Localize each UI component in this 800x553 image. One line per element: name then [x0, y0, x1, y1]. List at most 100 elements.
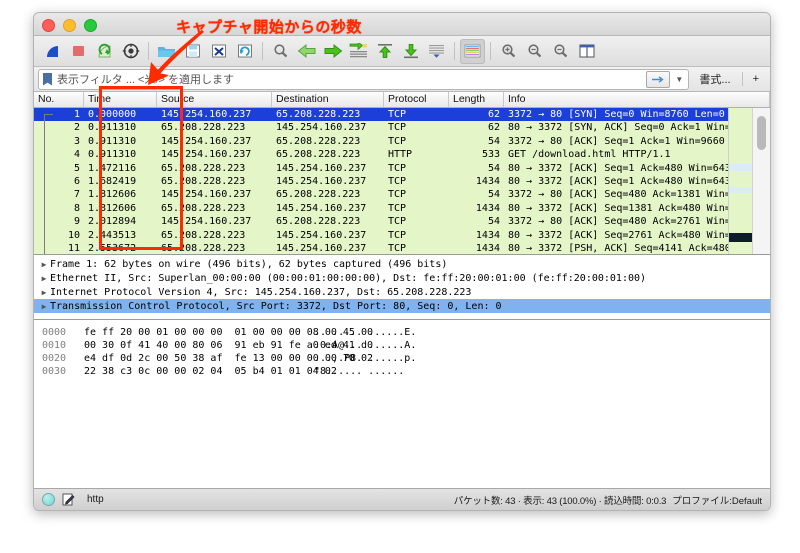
column-header-destination[interactable]: Destination [272, 92, 384, 107]
cell-length: 533 [481, 149, 500, 161]
cell-no: 7 [73, 189, 80, 201]
cell-time: 2.553672 [88, 242, 137, 254]
table-row[interactable]: 10 2.443513 65.208.228.223 145.254.160.237 T… [34, 228, 770, 242]
cell-time: 0.000000 [88, 109, 137, 120]
start-capture-icon[interactable] [40, 39, 65, 64]
packet-list-scrollbar[interactable] [752, 108, 770, 254]
screenshot-root: 表示フィルタ ... <米/> を適用します ▼ 書式... + No. Tim… [0, 0, 800, 553]
cell-source: 145.254.160.237 [161, 109, 252, 120]
toolbar-separator-3 [454, 42, 455, 60]
table-row[interactable]: 3 0.911310 145.254.160.237 65.208.228.223 TC… [34, 134, 770, 149]
table-row[interactable]: 5 1.472116 65.208.228.223 145.254.160.237 TC… [34, 161, 770, 175]
intelligent-scrollbar-minimap[interactable] [728, 108, 752, 254]
cell-protocol: TCP [388, 189, 407, 201]
table-row[interactable]: 9 2.012894 145.254.160.237 65.208.228.223 TC… [34, 215, 770, 229]
bookmark-icon[interactable] [43, 72, 52, 86]
cell-source: 65.208.228.223 [161, 162, 246, 174]
filter-bar-separator [741, 72, 743, 86]
hex-dump-line[interactable]: 0030 22 38 c3 0c 00 00 02 04 05 b4 01 01 … [42, 365, 770, 378]
table-row[interactable]: 8 1.812606 65.208.228.223 145.254.160.237 TC… [34, 201, 770, 216]
chevron-right-icon[interactable]: ▶ [38, 274, 50, 283]
detail-tree-label: Ethernet II, Src: Superlan_00:00:00 (00:… [50, 272, 647, 284]
cell-time: 1.682419 [88, 175, 137, 187]
cell-source: 145.254.160.237 [161, 216, 252, 228]
go-back-icon[interactable] [294, 39, 319, 64]
packet-list-rows[interactable]: 1 0.000000 145.254.160.237 65.208.228.223 TC… [34, 108, 770, 254]
auto-scroll-icon[interactable] [424, 39, 449, 64]
column-header-no[interactable]: No. [34, 92, 84, 107]
cell-length: 1434 [475, 202, 500, 214]
detail-tree-item[interactable]: ▶ Transmission Control Protocol, Src Port… [34, 299, 770, 313]
window-controls [42, 19, 97, 32]
cell-length: 62 [487, 109, 500, 120]
go-to-first-icon[interactable] [372, 39, 397, 64]
wireshark-window: 表示フィルタ ... <米/> を適用します ▼ 書式... + No. Tim… [33, 12, 771, 511]
filter-expression-button[interactable]: 書式... [692, 70, 737, 89]
filter-add-button[interactable]: + [746, 70, 766, 89]
go-to-last-icon[interactable] [398, 39, 423, 64]
packet-details-pane[interactable]: ▶ Frame 1: 62 bytes on wire (496 bits), 6… [34, 255, 770, 320]
column-header-length[interactable]: Length [449, 92, 504, 107]
capture-comment-icon[interactable] [62, 493, 75, 506]
zoom-out-icon[interactable] [522, 39, 547, 64]
table-row[interactable]: 11 2.553672 65.208.228.223 145.254.160.237 T… [34, 241, 770, 254]
zoom-reset-icon[interactable] [548, 39, 573, 64]
status-profile[interactable]: プロファイル:Default [672, 493, 762, 507]
cell-destination: 145.254.160.237 [276, 242, 367, 254]
table-row[interactable]: 6 1.682419 65.208.228.223 145.254.160.237 TC… [34, 174, 770, 189]
colorize-packets-icon[interactable] [460, 38, 485, 64]
detail-tree-item[interactable]: ▶ Ethernet II, Src: Superlan_00:00:00 (00… [34, 271, 770, 285]
cell-source: 145.254.160.237 [161, 135, 252, 147]
apply-filter-button[interactable] [646, 70, 671, 88]
cell-destination: 65.208.228.223 [276, 109, 361, 120]
chevron-right-icon[interactable]: ▶ [38, 260, 50, 269]
column-header-source[interactable]: Source [157, 92, 272, 107]
cell-time: 2.012894 [88, 216, 137, 228]
toolbar-separator-2 [262, 42, 263, 60]
column-header-protocol[interactable]: Protocol [384, 92, 449, 107]
cell-time: 0.911310 [88, 149, 137, 161]
column-header-info[interactable]: Info [504, 92, 770, 107]
close-button[interactable] [42, 19, 55, 32]
go-forward-icon[interactable] [320, 39, 345, 64]
column-header-time[interactable]: Time [84, 92, 157, 107]
filter-history-chevron-down-icon[interactable]: ▼ [672, 71, 686, 88]
resize-columns-icon[interactable] [574, 39, 599, 64]
panes-container: No. Time Source Destination Protocol Len… [34, 92, 770, 492]
cell-source: 145.254.160.237 [161, 149, 252, 161]
expert-info-icon[interactable] [42, 493, 55, 506]
detail-tree-item[interactable]: ▶ Internet Protocol Version 4, Src: 145.2… [34, 285, 770, 299]
table-row[interactable]: 7 1.812606 145.254.160.237 65.208.228.223 TC… [34, 188, 770, 202]
hex-ascii: ...,.P8. ......p. [314, 353, 417, 364]
detail-tree-item[interactable]: ▶ Frame 1: 62 bytes on wire (496 bits), 6… [34, 257, 770, 271]
stop-capture-icon[interactable] [66, 39, 91, 64]
chevron-right-icon[interactable]: ▶ [38, 302, 50, 311]
display-filter-input[interactable]: 表示フィルタ ... <米/> を適用します ▼ [38, 68, 690, 90]
restart-capture-icon[interactable] [92, 39, 117, 64]
zoom-button[interactable] [84, 19, 97, 32]
find-packet-icon[interactable] [268, 39, 293, 64]
table-row[interactable]: 4 0.911310 145.254.160.237 65.208.228.223 HT… [34, 148, 770, 162]
cell-length: 54 [487, 135, 500, 147]
go-to-packet-icon[interactable] [346, 39, 371, 64]
table-row[interactable]: 1 0.000000 145.254.160.237 65.208.228.223 TC… [34, 108, 770, 122]
reload-file-icon[interactable] [232, 39, 257, 64]
cell-no: 8 [73, 202, 80, 214]
cell-protocol: TCP [388, 242, 407, 254]
packet-bytes-pane[interactable]: 0000 fe ff 20 00 01 00 00 00 01 00 00 00 … [34, 320, 770, 492]
hex-dump-line[interactable]: 0010 00 30 0f 41 40 00 80 06 91 eb 91 fe … [42, 339, 770, 352]
hex-dump-line[interactable]: 0020 e4 df 0d 2c 00 50 38 af fe 13 00 00 … [42, 352, 770, 365]
scrollbar-thumb[interactable] [757, 116, 766, 150]
table-row[interactable]: 2 0.911310 65.208.228.223 145.254.160.237 TC… [34, 121, 770, 135]
chevron-right-icon[interactable]: ▶ [38, 288, 50, 297]
zoom-in-icon[interactable] [496, 39, 521, 64]
cell-length: 1434 [475, 242, 500, 254]
hex-dump-line[interactable]: 0000 fe ff 20 00 01 00 00 00 01 00 00 00 … [42, 326, 770, 339]
hex-bytes: 22 38 c3 0c 00 00 02 04 05 b4 01 01 04 0… [84, 366, 337, 377]
hex-bytes: 00 30 0f 41 40 00 80 06 91 eb 91 fe a0 e… [84, 340, 373, 351]
detail-tree-label: Internet Protocol Version 4, Src: 145.25… [50, 286, 472, 298]
minimize-button[interactable] [63, 19, 76, 32]
cell-protocol: HTTP [388, 149, 413, 161]
cell-destination: 65.208.228.223 [276, 189, 361, 201]
status-bar: http パケット数: 43 · 表示: 43 (100.0%) · 読込時間:… [34, 488, 770, 510]
